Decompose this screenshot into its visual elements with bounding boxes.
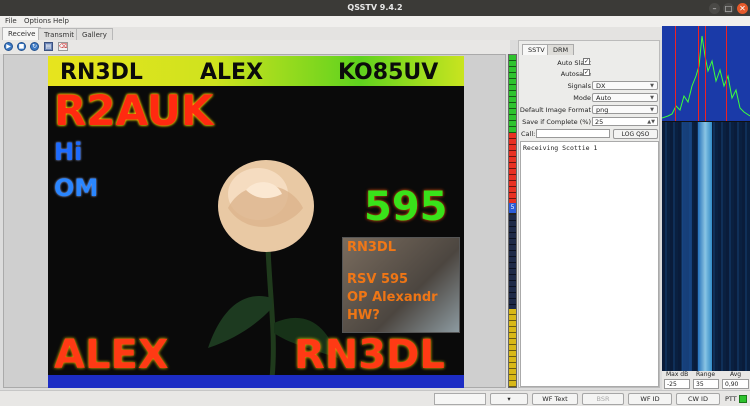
erase-icon[interactable]: ⌫ — [58, 42, 68, 51]
image-rst: 595 — [364, 184, 448, 230]
settings-panel: SSTV DRM Auto Slant ✓ Autosave ✓ Signals… — [518, 40, 660, 388]
inset-line-3: OP Alexandr — [347, 290, 438, 305]
wf-text-button[interactable]: WF Text — [532, 393, 578, 405]
format-label: Default Image Format — [519, 106, 591, 114]
menu-bar: File Options Help — [0, 16, 750, 27]
avg-spinbox[interactable]: 0,90 — [722, 379, 749, 389]
image-callsign: RN3DL — [60, 60, 143, 85]
spin-arrows-icon: ▲▼ — [647, 119, 655, 125]
call-input[interactable] — [536, 129, 610, 138]
avg-label: Avg — [730, 371, 742, 378]
menu-options[interactable]: Options — [24, 17, 51, 25]
signal-level-meter: 5 — [508, 54, 517, 388]
tab-receive[interactable]: Receive — [2, 27, 42, 40]
chevron-down-icon: ▼ — [650, 107, 654, 113]
image-display: RN3DL ALEX KO85UV R2AUK Hi OM 595 RN3DL … — [3, 54, 506, 388]
chevron-down-icon: ▼ — [650, 95, 654, 101]
menu-help[interactable]: Help — [53, 17, 69, 25]
max-db-label: Max dB — [666, 371, 689, 378]
cw-id-button[interactable]: CW ID — [676, 393, 720, 405]
call-row: Call: LOG QSO — [519, 129, 659, 139]
image-footer-band — [48, 375, 464, 388]
status-bar: ▾ WF Text BSR WF ID CW ID PTT — [0, 390, 750, 406]
title-bar: QSSTV 9.4.2 – □ ✕ — [0, 0, 750, 16]
image-name: ALEX — [200, 60, 264, 85]
save-complete-label: Save if Complete (%) — [522, 118, 591, 126]
wf-id-button[interactable]: WF ID — [628, 393, 672, 405]
inset-line-4: HW? — [347, 308, 380, 323]
start-icon[interactable]: ▶ — [4, 42, 13, 51]
auto-slant-checkbox[interactable]: ✓ — [583, 58, 590, 65]
tab-drm[interactable]: DRM — [547, 44, 575, 55]
image-greeting-om: OM — [54, 174, 99, 202]
mode-select[interactable]: Auto ▼ — [592, 93, 658, 102]
signals-select[interactable]: DX ▼ — [592, 81, 658, 90]
received-image: RN3DL ALEX KO85UV R2AUK Hi OM 595 RN3DL … — [48, 56, 464, 388]
close-icon[interactable]: ✕ — [737, 3, 748, 14]
signals-row: Signals DX ▼ — [519, 81, 659, 91]
minimize-icon[interactable]: – — [709, 3, 720, 14]
signals-label: Signals — [567, 82, 591, 90]
image-greeting-hi: Hi — [54, 138, 83, 166]
format-select[interactable]: png ▼ — [592, 105, 658, 114]
menu-file[interactable]: File — [5, 17, 17, 25]
window-title: QSSTV 9.4.2 — [347, 3, 403, 12]
image-bottom-call: RN3DL — [294, 332, 445, 378]
level-marker[interactable]: 5 — [509, 203, 516, 213]
autosave-checkbox[interactable]: ✓ — [583, 69, 590, 76]
inset-line-2: RSV 595 — [347, 272, 409, 287]
image-header-band: RN3DL ALEX KO85UV — [48, 56, 464, 86]
chevron-down-icon: ▾ — [507, 395, 511, 403]
stop-icon[interactable]: ■ — [17, 42, 26, 51]
image-bottom-name: ALEX — [54, 332, 169, 378]
autosave-row: Autosave ✓ — [519, 69, 659, 79]
status-field — [434, 393, 486, 405]
inset-line-1: RN3DL — [347, 240, 397, 255]
range-spinbox[interactable]: 35 — [693, 379, 719, 389]
auto-slant-row: Auto Slant ✓ — [519, 58, 659, 68]
format-row: Default Image Format png ▼ — [519, 105, 659, 115]
main-tabs: Receive Transmit Gallery — [0, 27, 750, 40]
bsr-button[interactable]: BSR — [582, 393, 624, 405]
image-inset-photo: RN3DL RSV 595 OP Alexandr HW? — [342, 237, 460, 333]
save-complete-row: Save if Complete (%) 25 ▲▼ — [519, 117, 659, 127]
spectrum-display — [662, 26, 750, 121]
ptt-indicator — [739, 395, 747, 403]
ptt-label: PTT — [725, 395, 737, 403]
mode-label: Mode — [573, 94, 591, 102]
status-log: Receiving Scottie 1 — [520, 141, 659, 387]
waterfall-display[interactable] — [662, 26, 750, 371]
tab-transmit[interactable]: Transmit — [38, 28, 81, 40]
max-db-spinbox[interactable]: -25 — [664, 379, 690, 389]
range-label: Range — [696, 371, 716, 378]
save-icon[interactable]: ▤ — [44, 42, 53, 51]
resync-icon[interactable]: ↻ — [30, 42, 39, 51]
waterfall-controls: Max dB Range Avg -25 35 0,90 — [662, 371, 750, 390]
chevron-down-icon: ▼ — [650, 83, 654, 89]
tab-gallery[interactable]: Gallery — [76, 28, 113, 40]
maximize-icon[interactable]: □ — [723, 3, 734, 14]
mode-row: Mode Auto ▼ — [519, 93, 659, 103]
image-to-call: R2AUK — [54, 86, 214, 135]
toolbar: ▶ ■ ↻ ▤ ⌫ — [0, 40, 510, 54]
wf-text-select[interactable]: ▾ — [490, 393, 528, 405]
save-complete-spinbox[interactable]: 25 ▲▼ — [592, 117, 658, 126]
log-qso-button[interactable]: LOG QSO — [613, 129, 658, 139]
image-locator: KO85UV — [338, 60, 439, 85]
